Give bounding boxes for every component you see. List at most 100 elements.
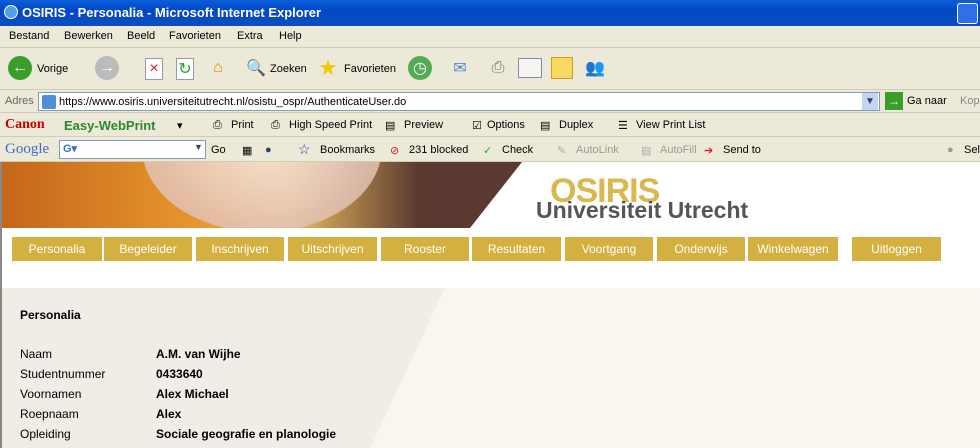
ie-icon (4, 5, 18, 19)
field-row-studentnummer: Studentnummer 0433640 (20, 367, 203, 381)
printer-icon: ⎙ (271, 119, 280, 131)
news-icon[interactable]: ▦ (242, 144, 252, 157)
nav-winkelwagen[interactable]: Winkelwagen (748, 237, 838, 261)
banner-image (2, 162, 522, 228)
list-icon: ☰ (618, 120, 628, 132)
banner-disc (142, 162, 382, 228)
google-toolbar: Google G▾ ▼ Go ▦ ● ☆ Bookmarks ⊘ 231 blo… (0, 138, 980, 162)
go-arrow-icon[interactable]: → (885, 92, 903, 110)
autolink-icon: ✎ (557, 145, 567, 157)
section-heading: Personalia (20, 308, 81, 322)
forward-icon[interactable]: → (95, 56, 119, 80)
search-button[interactable]: Zoeken (270, 63, 307, 75)
nav-uitschrijven[interactable]: Uitschrijven (288, 237, 377, 261)
view-print-list-button[interactable]: View Print List (636, 119, 706, 131)
nav-rooster[interactable]: Rooster (381, 237, 469, 261)
autofill-icon: ▤ (641, 145, 652, 157)
back-button[interactable]: Vorige (37, 63, 68, 75)
google-go-button[interactable]: Go (211, 144, 226, 156)
duplex-icon: ▤ (540, 120, 551, 132)
page-icon (42, 95, 56, 109)
links-label[interactable]: Kop (960, 95, 980, 107)
field-label: Roepnaam (20, 407, 79, 421)
favorites-icon[interactable]: ★ (316, 55, 340, 80)
google-search-input[interactable] (59, 140, 206, 159)
chevron-down-icon[interactable]: ▼ (862, 93, 878, 110)
standard-toolbar: ← Vorige → × ↻ ⌂ 🔍 Zoeken ★ Favorieten ◷… (0, 48, 980, 90)
printer-icon: ⎙ (213, 119, 222, 131)
popups-blocked[interactable]: 231 blocked (409, 144, 468, 156)
personalia-panel: Personalia Naam A.M. van Wijhe Studentnum… (2, 288, 980, 448)
high-speed-print-button[interactable]: High Speed Print (289, 119, 372, 131)
back-icon[interactable]: ← (8, 56, 32, 80)
field-value: Alex Michael (156, 387, 229, 401)
field-row-naam: Naam A.M. van Wijhe (20, 347, 241, 361)
mail-icon[interactable]: ✉ (448, 56, 472, 80)
duplex-button[interactable]: Duplex (559, 119, 593, 131)
window-title: OSIRIS - Personalia - Microsoft Internet… (22, 5, 322, 20)
nav-uitloggen[interactable]: Uitloggen (852, 237, 941, 261)
canon-toolbar: Canon Easy-WebPrint ▾ ⎙ Print ⎙ High Spe… (0, 113, 980, 137)
google-logo: Google (5, 141, 50, 157)
note-icon[interactable] (551, 57, 573, 79)
popup-blocker-icon: ⊘ (390, 145, 400, 157)
settings-button[interactable]: Sel (964, 144, 980, 156)
address-input[interactable] (38, 92, 880, 111)
bookmarks-button[interactable]: Bookmarks (320, 144, 375, 156)
field-label: Naam (20, 347, 53, 361)
field-value: 0433640 (156, 367, 203, 381)
field-row-opleiding: Opleiding Sociale geografie en planologie (20, 427, 336, 441)
menu-bewerken[interactable]: Bewerken (64, 30, 113, 42)
field-value: A.M. van Wijhe (156, 347, 241, 361)
title-bar: OSIRIS - Personalia - Microsoft Internet… (0, 0, 980, 26)
star-icon: ☆ (298, 141, 311, 157)
nav-personalia[interactable]: Personalia (12, 237, 102, 261)
edit-icon[interactable] (518, 58, 542, 78)
menu-favorieten[interactable]: Favorieten (169, 30, 221, 42)
messenger-icon[interactable]: 👥 (583, 56, 607, 80)
field-label: Voornamen (20, 387, 82, 401)
nav-inschrijven[interactable]: Inschrijven (196, 237, 284, 261)
menu-extra[interactable]: Extra (237, 30, 263, 42)
refresh-icon[interactable]: ↻ (176, 58, 194, 80)
send-to-button[interactable]: Send to (723, 144, 761, 156)
nav-begeleider[interactable]: Begeleider (104, 237, 192, 261)
chevron-down-icon[interactable]: ▼ (194, 142, 203, 152)
earth-icon[interactable]: ● (265, 144, 272, 156)
go-button[interactable]: Ga naar (907, 95, 947, 107)
field-label: Opleiding (20, 427, 71, 441)
address-bar: Adres ▼ → Ga naar Kop (0, 90, 980, 113)
nav-resultaten[interactable]: Resultaten (472, 237, 561, 261)
menu-beeld[interactable]: Beeld (127, 30, 155, 42)
autofill-button[interactable]: AutoFill (660, 144, 697, 156)
field-row-voornamen: Voornamen Alex Michael (20, 387, 229, 401)
field-row-roepnaam: Roepnaam Alex (20, 407, 181, 421)
menu-help[interactable]: Help (279, 30, 302, 42)
settings-icon: ● (947, 144, 954, 156)
autolink-button[interactable]: AutoLink (576, 144, 619, 156)
canon-logo: Canon (5, 117, 45, 132)
preview-icon: ▤ (385, 120, 396, 132)
stop-icon[interactable]: × (145, 58, 163, 80)
options-button[interactable]: Options (487, 119, 525, 131)
history-icon[interactable]: ◷ (408, 56, 432, 80)
menu-bar: Bestand Bewerken Beeld Favorieten Extra … (0, 26, 980, 48)
print-button[interactable]: Print (231, 119, 254, 131)
easy-webprint-menu[interactable]: Easy-WebPrint (64, 118, 156, 133)
university-name: Universiteit Utrecht (536, 197, 749, 223)
options-icon: ☑ (472, 120, 482, 132)
minimize-button[interactable] (957, 3, 978, 24)
chevron-down-icon[interactable]: ▾ (177, 119, 183, 132)
nav-voortgang[interactable]: Voortgang (565, 237, 653, 261)
spellcheck-icon: ✓ (483, 145, 493, 157)
field-value: Sociale geografie en planologie (156, 427, 337, 441)
home-icon[interactable]: ⌂ (206, 56, 230, 80)
preview-button[interactable]: Preview (404, 119, 443, 131)
nav-onderwijs[interactable]: Onderwijs (657, 237, 745, 261)
check-button[interactable]: Check (502, 144, 533, 156)
favorites-button[interactable]: Favorieten (344, 63, 396, 75)
search-icon[interactable]: 🔍 (244, 56, 268, 80)
print-icon[interactable]: ⎙ (486, 56, 510, 80)
menu-bestand[interactable]: Bestand (9, 30, 49, 42)
google-g-icon[interactable]: G▾ (63, 142, 77, 155)
